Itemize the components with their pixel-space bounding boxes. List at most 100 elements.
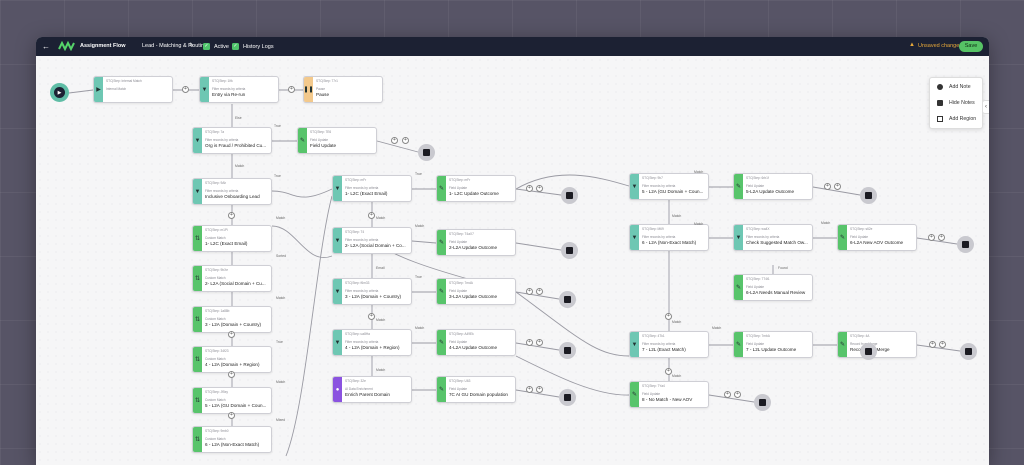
edge-add-button[interactable]: + [939,341,946,348]
active-toggle[interactable]: ✓ Active [203,43,229,50]
end-node[interactable] [559,291,576,308]
hide-notes-item[interactable]: Hide Notes [937,100,975,106]
edge-add-button[interactable]: + [724,391,731,398]
edge-add-button[interactable]: + [368,313,375,320]
node-custom-match-2[interactable]: ⇅ STC|Step: 9bXe Custom Match 2- L2A (Socia… [192,265,272,292]
node-filter-l2a-country[interactable]: ▼ STC|Step: f6m33 Filter records by criter… [332,278,412,305]
node-description: Custom Match [205,398,226,402]
node-type-icon: ✎ [734,332,743,357]
end-node[interactable] [559,389,576,406]
edge-add-button[interactable]: + [228,371,235,378]
edge-label: Match [276,216,286,220]
edge-add-button[interactable]: + [402,137,409,144]
edge-add-button[interactable]: + [824,183,831,190]
node-custom-match-5[interactable]: ⇅ STC|Step: Jf5xy Custom Match 5 - L2A (GU … [192,387,272,414]
end-node[interactable] [418,144,435,161]
edge-add-button[interactable]: + [665,368,672,375]
node-field-update[interactable]: ✎ STC|Step: 7E6 Field Update Field Update [297,127,377,154]
start-node[interactable]: ▶ [50,83,69,102]
end-node[interactable] [559,342,576,359]
node-update-1[interactable]: ✎ STC|Step: mFr Field Update 1- L2C Update … [436,175,516,202]
edge-add-button[interactable]: + [734,391,741,398]
edge-add-button[interactable]: + [536,339,543,346]
node-update-4[interactable]: ✎ STC|Step: A49Ek Field Update 4-L2A Update… [436,329,516,356]
history-logs-toggle[interactable]: ✓ History Logs [232,43,274,50]
edge-add-button[interactable]: + [228,212,235,219]
flow-canvas[interactable]: ▶ ▶ STC|Step: Internal Match Internal Matc… [36,56,989,465]
node-filter-l2c[interactable]: ▼ STC|Step: mFr Filter records by criteria… [332,175,412,202]
node-update-ai-gu[interactable]: ✎ STC|Step: U63 Field Update 7C AI GU Domai… [436,376,516,403]
edge-add-button[interactable]: + [536,386,543,393]
history-logs-label: History Logs [243,43,274,50]
node-meta: STC|Step: 1a88b [205,309,230,313]
node-record-auto-merge[interactable]: ✎STC|Step: 4ARecord from MergeRecord Aut… [837,331,917,358]
node-custom-match-3[interactable]: ⇅ STC|Step: 1a88b Custom Match 3 - L2A (Dom… [192,306,272,333]
node-update-6-review[interactable]: ✎ STC|Step: 7T4t1 Field Update 6-L2A Needs … [733,274,813,301]
node-internal-match[interactable]: ▶ STC|Step: Internal Match Internal Match [93,76,173,103]
node-update-3[interactable]: ✎ STC|Step: 7mdA Field Update 3-L2A Update … [436,278,516,305]
end-node[interactable] [860,187,877,204]
end-node[interactable] [561,187,578,204]
node-entry-rerun[interactable]: ▼ STC|Step: 1Ifk Filter records by criteri… [199,76,279,103]
save-button[interactable]: Save [959,41,983,52]
arrow-left-icon[interactable]: ← [42,42,50,51]
node-title: 1- L2C (Exact Email) [345,191,388,196]
flow-name[interactable]: Lead - Matching & Routing [142,43,207,49]
node-filter-l2a-region[interactable]: ▼ STC|Step: ua8Ha Filter records by criter… [332,329,412,356]
node-type-icon: ▼ [333,279,342,304]
add-region-item[interactable]: Add Region [937,116,976,122]
stop-icon [965,348,972,355]
edge-add-button[interactable]: + [665,313,672,320]
edge-add-button[interactable]: + [928,234,935,241]
edge-add-button[interactable]: + [536,288,543,295]
edge-label: Match [235,164,245,168]
node-enrich-parent-domain[interactable]: ● STC|Step: 32e AI Data Enrichment Enrich P… [332,376,412,403]
edge-add-button[interactable]: + [288,86,295,93]
node-onboarding-filter[interactable]: ▼ STC|Step: 9Ah Filter records by criteria… [192,178,272,205]
edge-add-button[interactable]: + [526,386,533,393]
edge-add-button[interactable]: + [228,331,235,338]
chevron-left-icon[interactable]: ‹ [982,100,989,114]
node-no-match-new-aov[interactable]: ✎ STC|Step: 7Ya4 Field Update 8 - No Match … [629,381,709,408]
node-update-5[interactable]: ✎ STC|Step: 6rb1f Field Update 5-L2A Update… [733,173,813,200]
edge-add-button[interactable]: + [526,339,533,346]
node-filter-l2a-gu[interactable]: ▼ STC|Step: 9b7 Filter records by criteria… [629,173,709,200]
end-node[interactable] [960,343,977,360]
node-filter-l2l[interactable]: ▼ STC|Step: 4Tk1 Filter records by criteri… [629,331,709,358]
node-custom-match-4[interactable]: ⇅ STC|Step: 34f23 Custom Match 4 - L2A (Dom… [192,346,272,373]
end-node[interactable] [754,394,771,411]
edge-add-button[interactable]: + [526,185,533,192]
edge-add-button[interactable]: + [526,288,533,295]
node-pause[interactable]: ❚❚ STC|Step: 77r1 Pause Pause [303,76,383,103]
end-node[interactable] [860,343,877,360]
node-update-6-new-aov[interactable]: ✎ STC|Step: s62e Field Update 6-L2A New AOV… [837,224,917,251]
node-update-7-l2l[interactable]: ✎ STC|Step: 7mbA Field Update 7 - L2L Updat… [733,331,813,358]
edge-add-button[interactable]: + [228,412,235,419]
node-check-suggested-match[interactable]: ▼ STC|Step: wa4X Filter records by criteri… [733,224,813,251]
edge-add-button[interactable]: + [834,183,841,190]
end-node[interactable] [957,236,974,253]
node-custom-match-1[interactable]: ⇅ STC|Step: m1Pi Custom Match 1- L2C (Exact… [192,225,272,252]
pencil-icon[interactable]: ✎ [189,42,194,49]
hide-notes-label: Hide Notes [949,100,975,106]
edge-add-button[interactable]: + [536,185,543,192]
node-type-icon: ⇅ [193,347,202,372]
edge-label: Match [672,320,682,324]
edges-layer [68,89,961,457]
add-note-item[interactable]: Add Note [937,84,971,90]
edge-add-button[interactable]: + [391,137,398,144]
node-fraud-filter[interactable]: ▼ STC|Step: 7a Filter records by criteria O… [192,127,272,154]
edge-add-button[interactable]: + [938,234,945,241]
node-meta: STC|Step: U63 [449,379,471,383]
node-description: AI Data Enrichment [345,387,373,391]
end-node[interactable] [561,242,578,259]
node-filter-l2a-nonexact[interactable]: ▼ STC|Step: M69 Filter records by criteria… [629,224,709,251]
node-filter-l2a-social[interactable]: ▼ STC|Step: T4 Filter records by criteria 2… [332,227,412,254]
node-type-icon: ⇅ [193,307,202,332]
edge-add-button[interactable]: + [929,341,936,348]
edge-connector [68,89,94,94]
node-custom-match-6[interactable]: ⇅ STC|Step: 9mb0 Custom Match 6 - L2A (Non-… [192,426,272,453]
edge-add-button[interactable]: + [182,86,189,93]
node-update-2[interactable]: ✎ STC|Step: T4aX7 Field Update 2-L2A Update… [436,229,516,256]
edge-add-button[interactable]: + [368,212,375,219]
